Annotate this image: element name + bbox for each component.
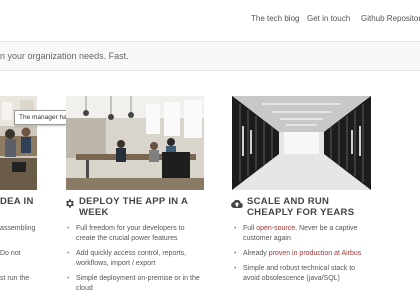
left-column-fragment-3: st run the (0, 275, 30, 282)
deploy-bullet-2: Add quickly access control, reports, wor… (66, 249, 201, 269)
airbus-production-link[interactable]: proven in production at Airbus (269, 250, 362, 257)
scale-bullet-1-prefix: Full (243, 225, 257, 232)
scale-bullet-2-prefix: Already (243, 250, 269, 257)
tagline-text: n your organization needs. Fast. (0, 51, 129, 61)
office-photo-middle (66, 96, 204, 190)
left-column-fragment-2: Do not (0, 250, 21, 257)
nav-link-github-repository[interactable]: Github Repository (361, 14, 420, 23)
deploy-bullet-list: Full freedom for your developers to crea… (66, 224, 201, 299)
open-source-link[interactable]: open-source (256, 225, 295, 232)
deploy-bullet-3: Simple deployment on-premise or in the c… (66, 274, 201, 294)
cloud-upload-icon (231, 196, 243, 214)
nav-link-get-in-touch[interactable]: Get in touch (307, 14, 350, 23)
deploy-bullet-1: Full freedom for your developers to crea… (66, 224, 201, 244)
deploy-heading: DEPLOY THE APP IN A WEEK (79, 196, 188, 218)
gear-icon (64, 196, 75, 214)
scale-bullet-list: Full open-source. Never be a captive cus… (233, 224, 373, 289)
left-column-heading: DEA IN (0, 196, 34, 207)
scale-bullet-2: Already proven in production at Airbus (233, 249, 373, 259)
scale-bullet-3: Simple and robust technical stack to avo… (233, 264, 373, 284)
top-navigation: The tech blog Get in touch Github Reposi… (0, 0, 420, 40)
scale-heading: SCALE AND RUN CHEAPLY FOR YEARS (247, 196, 355, 218)
tagline-bar: n your organization needs. Fast. (0, 41, 420, 71)
left-column-fragment-1[interactable]: assembling (0, 225, 35, 232)
nav-link-tech-blog[interactable]: The tech blog (251, 14, 299, 23)
scale-bullet-1: Full open-source. Never be a captive cus… (233, 224, 373, 244)
server-room-photo (232, 96, 371, 190)
